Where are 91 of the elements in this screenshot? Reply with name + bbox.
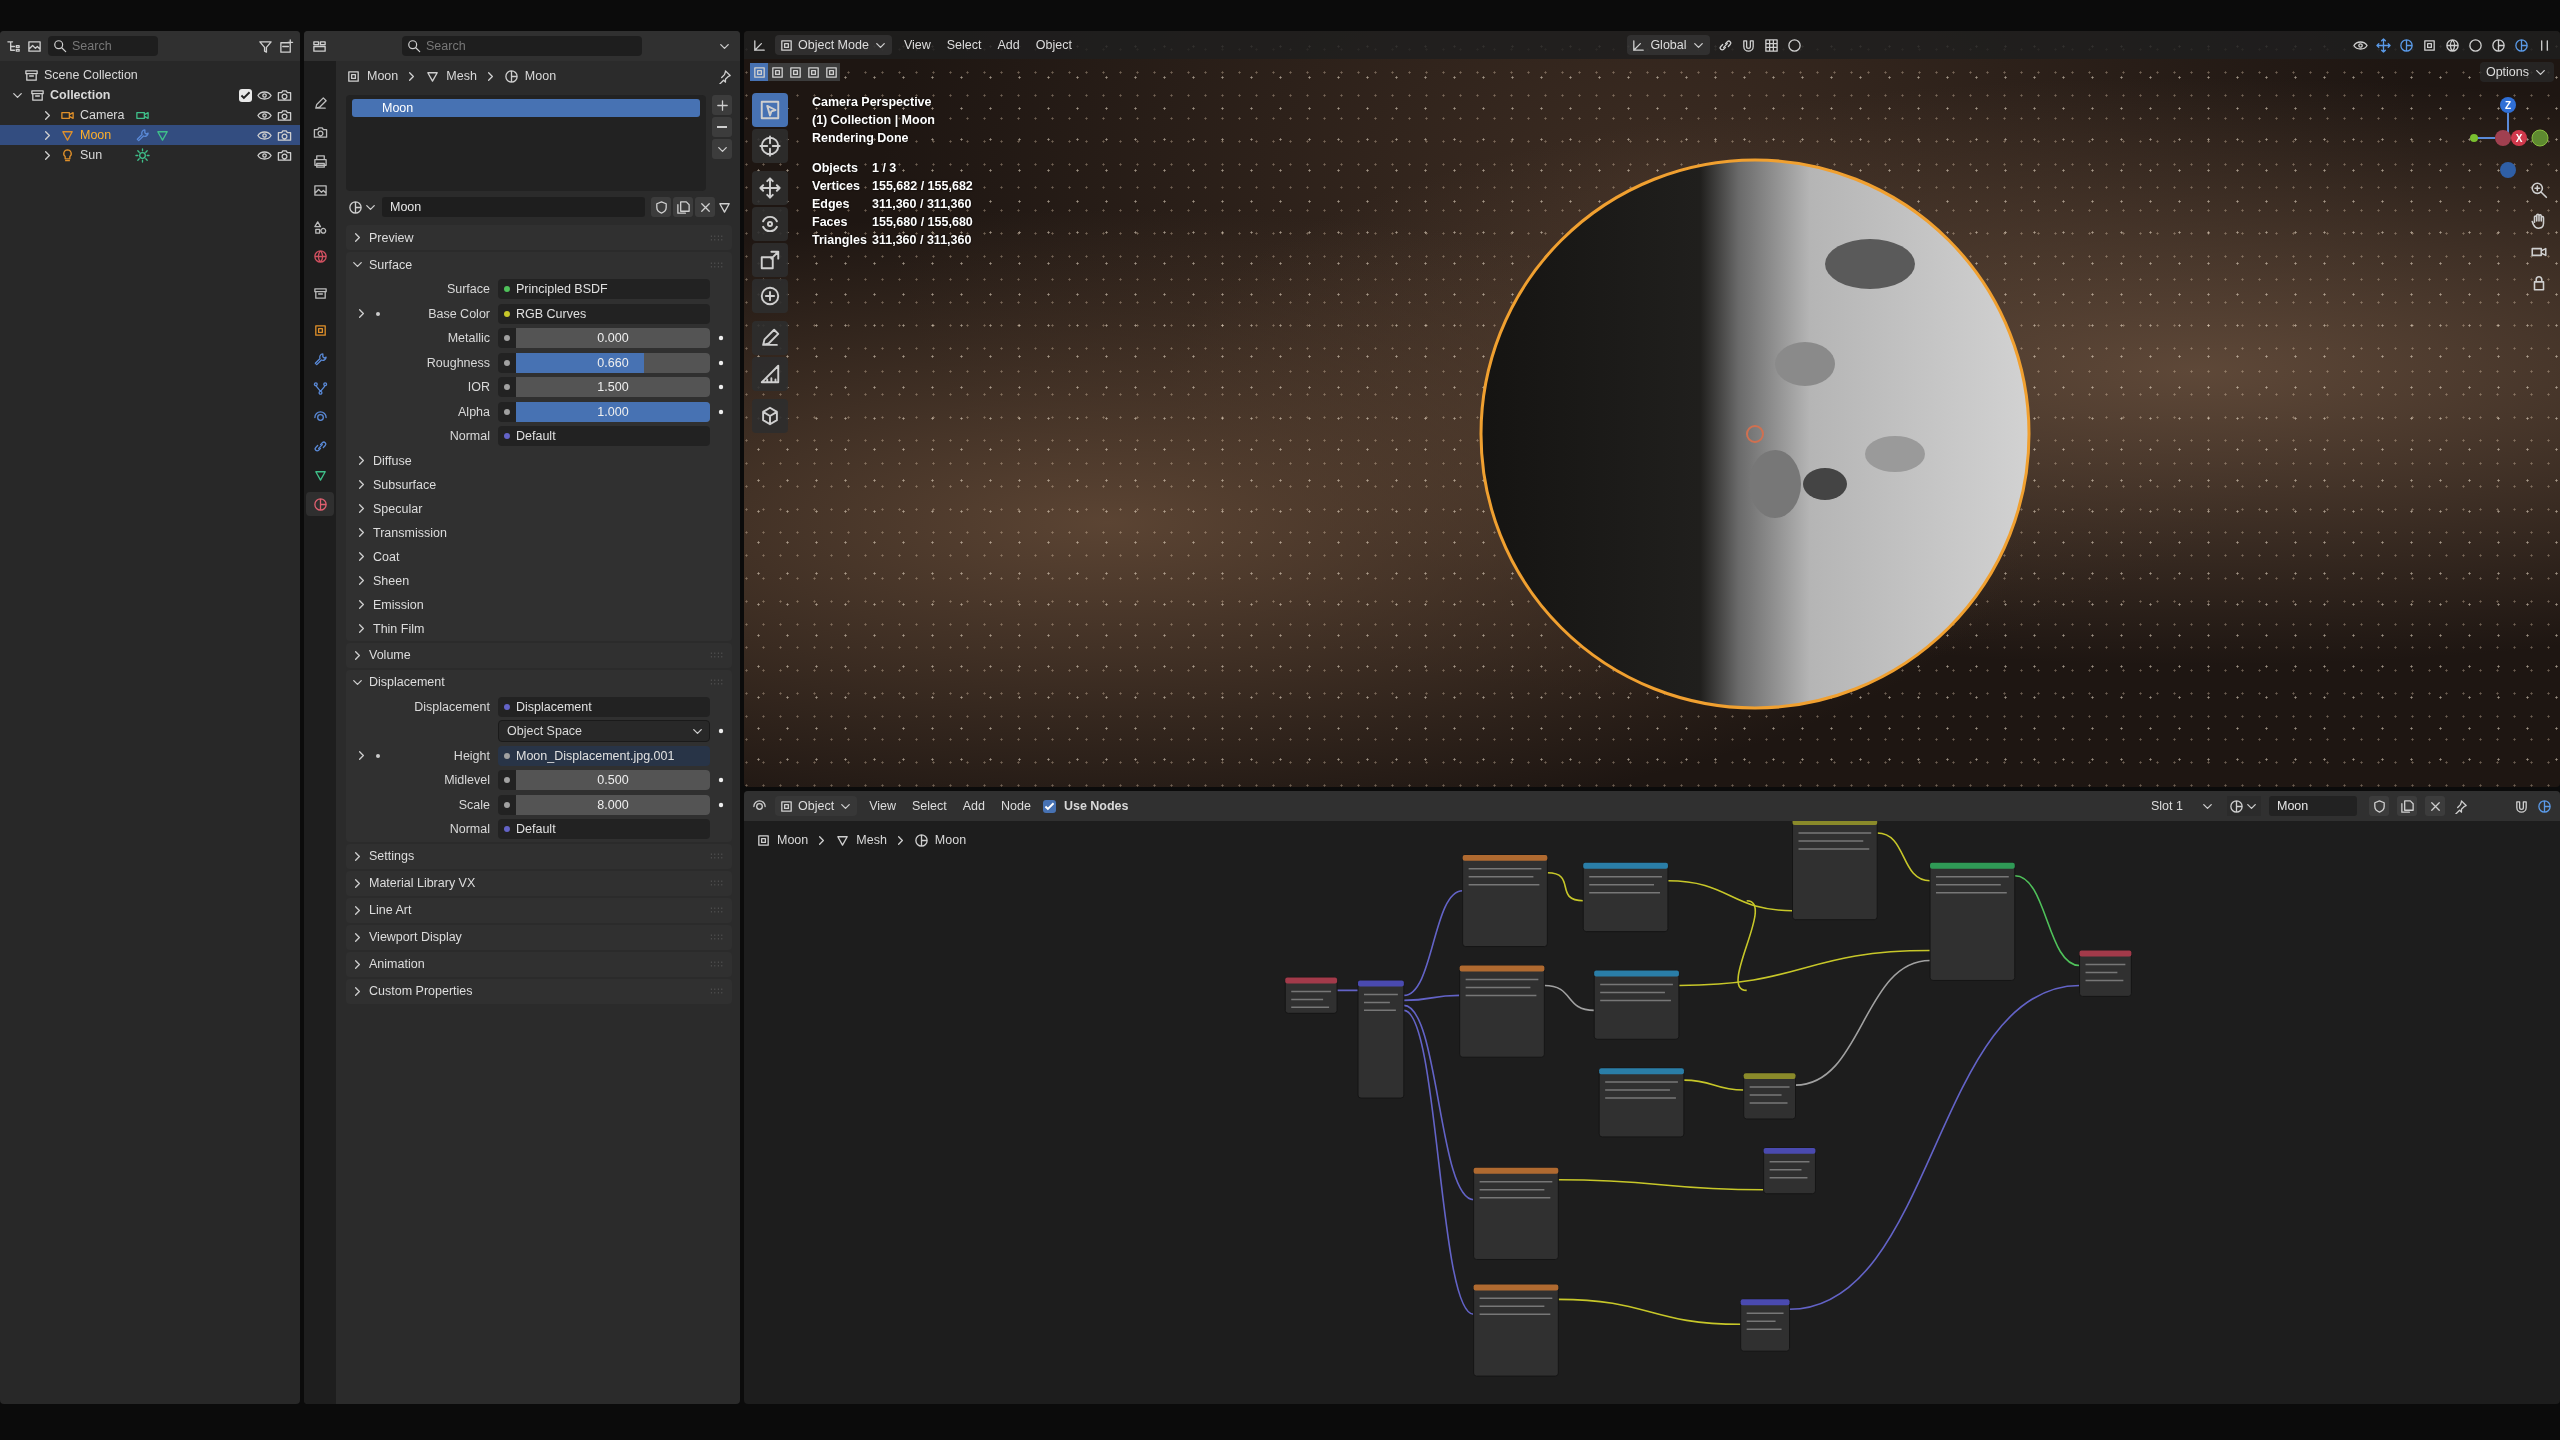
stat-value: 311,360 / 311,360: [872, 196, 973, 213]
stat-label: Edges: [812, 196, 851, 213]
search-field[interactable]: Search: [402, 36, 642, 56]
dropdown[interactable]: Object Space: [498, 720, 710, 743]
orientation-dropdown[interactable]: Global: [1627, 35, 1710, 55]
value-slider[interactable]: 0.660: [516, 352, 710, 373]
field-label: Surface: [445, 282, 491, 297]
material-name-field[interactable]: Moon: [2269, 796, 2357, 816]
panel-header[interactable]: Surface: [346, 252, 732, 277]
panel-header[interactable]: Settings: [346, 843, 732, 869]
object-name: Sun: [80, 148, 104, 162]
socket-link-field[interactable]: Principled BSDF: [498, 279, 710, 300]
breadcrumb-item[interactable]: Mesh: [856, 833, 887, 847]
field-label: Midlevel: [443, 773, 491, 788]
search-field[interactable]: Search: [48, 36, 158, 56]
subpanel-header[interactable]: Diffuse: [346, 448, 732, 473]
breadcrumb-item[interactable]: Moon: [777, 833, 809, 847]
shader-type-dropdown[interactable]: Object: [775, 796, 858, 816]
field-label: Normal: [448, 822, 491, 837]
material-name-field[interactable]: Moon: [382, 197, 645, 217]
mode-dropdown[interactable]: Object Mode: [775, 35, 892, 55]
breadcrumb-item[interactable]: Moon: [934, 833, 967, 847]
breadcrumb-item[interactable]: Moon: [524, 69, 557, 83]
material-slot[interactable]: Moon: [352, 99, 700, 117]
stat-value: 155,682 / 155,682: [872, 178, 973, 195]
checkbox-label[interactable]: Use Nodes: [1063, 799, 1129, 813]
socket-link-field[interactable]: Displacement: [498, 696, 710, 717]
socket-link-field[interactable]: Default: [498, 426, 710, 447]
stat-value: 1 / 3: [872, 160, 898, 177]
menu-item[interactable]: Select: [908, 799, 951, 813]
subpanel-header[interactable]: Sheen: [346, 568, 732, 593]
subpanel-header[interactable]: Emission: [346, 592, 732, 617]
panel-header[interactable]: Preview: [346, 225, 732, 250]
menu-item[interactable]: View: [899, 38, 935, 52]
field-label: IOR: [466, 380, 491, 395]
field-label: Normal: [448, 429, 491, 444]
stat-label: Faces: [812, 214, 849, 231]
number-field[interactable]: 8.000: [516, 794, 710, 815]
socket-link-field[interactable]: Default: [498, 819, 710, 840]
scene-collection-label[interactable]: Scene Collection: [44, 68, 138, 82]
socket-link-field[interactable]: RGB Curves: [498, 303, 710, 324]
subpanel-header[interactable]: Coat: [346, 544, 732, 569]
number-field[interactable]: 0.500: [516, 770, 710, 791]
menu-item[interactable]: View: [865, 799, 900, 813]
options-dropdown[interactable]: Options: [2479, 62, 2554, 82]
menu-item[interactable]: Add: [993, 38, 1024, 52]
number-field[interactable]: 1.500: [516, 377, 710, 398]
panel-header[interactable]: Volume: [346, 642, 732, 668]
field-label: Alpha: [457, 404, 491, 419]
subpanel-header[interactable]: Subsurface: [346, 472, 732, 497]
panel-header[interactable]: Displacement: [346, 669, 732, 695]
value-slider[interactable]: 1.000: [516, 401, 710, 422]
stat-label: Vertices: [812, 178, 861, 195]
stat-label: Triangles: [812, 232, 868, 249]
menu-item[interactable]: Object: [1031, 38, 1076, 52]
panel-header[interactable]: Custom Properties: [346, 978, 732, 1004]
menu-item[interactable]: Node: [997, 799, 1035, 813]
field-label: Roughness: [425, 355, 491, 370]
menu-item[interactable]: Add: [958, 799, 989, 813]
axis-handle[interactable]: Z: [2500, 97, 2516, 113]
field-label: Scale: [457, 797, 491, 812]
value-slider[interactable]: 0.000: [516, 328, 710, 349]
panel-header[interactable]: Line Art: [346, 897, 732, 923]
axis-handle[interactable]: X: [2511, 130, 2527, 146]
outliner-row[interactable]: Sun: [0, 145, 300, 165]
subpanel-header[interactable]: Specular: [346, 496, 732, 521]
object-name: Moon: [80, 128, 113, 142]
viewport-info-text: Camera Perspective: [812, 94, 933, 111]
panel-header[interactable]: Viewport Display: [346, 924, 732, 950]
outliner-row[interactable]: Camera: [0, 105, 300, 125]
breadcrumb-item[interactable]: Moon: [367, 69, 399, 83]
subpanel-header[interactable]: Thin Film: [346, 616, 732, 641]
viewport-info-text: (1) Collection | Moon: [812, 112, 936, 129]
field-label: Displacement: [413, 699, 491, 714]
stat-value: 311,360 / 311,360: [872, 232, 973, 249]
menu-item[interactable]: Select: [942, 38, 986, 52]
field-label: Height: [452, 748, 491, 763]
panel-header[interactable]: Material Library VX: [346, 870, 732, 896]
viewport-info-text: Rendering Done: [812, 130, 910, 147]
slot-dropdown[interactable]: Slot 1: [2143, 796, 2219, 816]
collection-label[interactable]: Collection: [50, 88, 111, 102]
stat-value: 155,680 / 155,680: [872, 214, 973, 231]
stat-label: Objects: [812, 160, 859, 177]
subpanel-header[interactable]: Transmission: [346, 520, 732, 545]
field-label: Base Color: [427, 306, 491, 321]
field-label: Metallic: [446, 331, 491, 346]
outliner-row[interactable]: Moon: [0, 125, 300, 145]
socket-link-field[interactable]: Moon_Displacement.jpg.001: [498, 745, 710, 766]
breadcrumb-item[interactable]: Mesh: [446, 69, 477, 83]
panel-header[interactable]: Animation: [346, 951, 732, 977]
object-name: Camera: [80, 108, 126, 122]
